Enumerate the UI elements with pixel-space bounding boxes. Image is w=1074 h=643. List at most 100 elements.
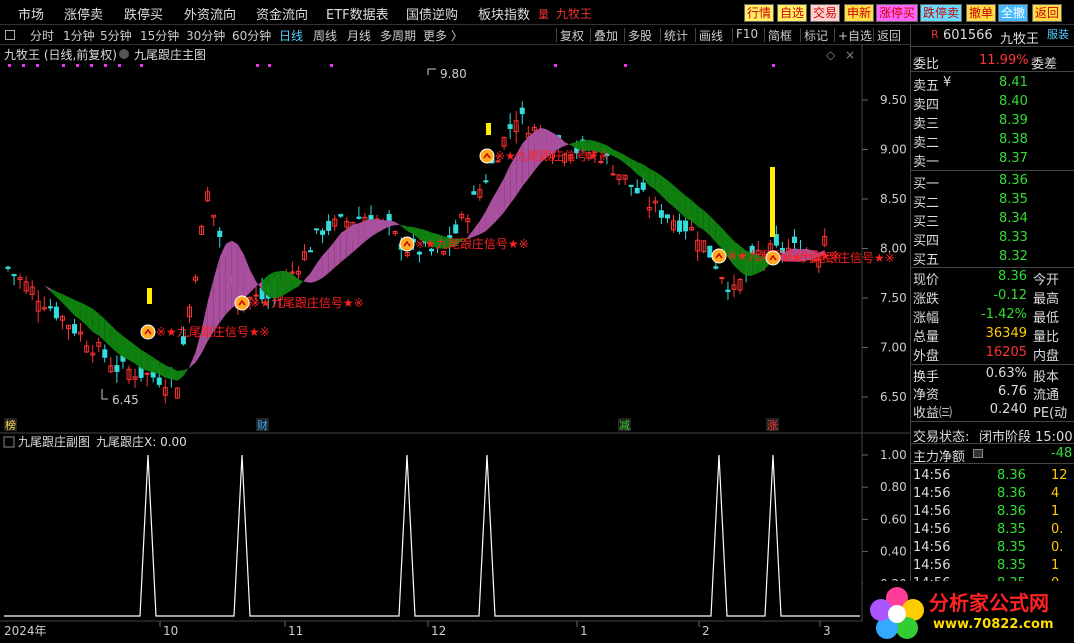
action-button-8[interactable]: 返回 [1032, 4, 1063, 22]
action-button-5[interactable]: 跌停卖 [920, 4, 963, 22]
bid-price[interactable]: 8.34 [999, 211, 1028, 226]
action-button-4[interactable]: 涨停买 [876, 4, 919, 22]
trend-band-4 [32, 277, 39, 282]
tool-button-2[interactable]: 多股 [628, 27, 652, 44]
x-axis-label-6: 3 [823, 624, 831, 638]
quote-row-1: 涨跌 -0.12 最高 [911, 287, 1074, 307]
menu-item-capital-flow[interactable]: 资金流向 [256, 4, 308, 23]
action-button-3[interactable]: 申新 [844, 4, 875, 22]
signal-marker-icon-0[interactable] [140, 324, 156, 340]
top-menu-bar: 市场 涨停卖 跌停买 外资流向 资金流向 ETF数据表 国债逆购 板块指数 量 … [0, 0, 1074, 25]
diamond-icon[interactable]: ◇ [826, 48, 836, 62]
signal-dot-7 [118, 64, 121, 67]
tool-button-6[interactable]: 简框 [768, 27, 792, 44]
menu-item-limit-down-buy[interactable]: 跌停买 [124, 4, 163, 23]
ask-price[interactable]: 8.37 [999, 151, 1028, 166]
panel-toggle-icon[interactable] [5, 30, 15, 40]
ask-price[interactable]: 8.41 [999, 75, 1028, 90]
trend-band-52 [322, 248, 329, 278]
tool-button-7[interactable]: 标记 [804, 27, 828, 44]
period-tab-4[interactable]: 30分钟 [186, 27, 225, 44]
tool-button-0[interactable]: 复权 [560, 27, 584, 44]
trend-band-6 [44, 285, 51, 292]
action-button-2[interactable]: 交易 [810, 4, 841, 22]
chart-area: 九牧王 (日线,前复权) 九尾跟庄主图 ◇ × 9.50 9.00 8.50 8.00 7.50… [0, 45, 910, 643]
stock-tag[interactable]: 服装 [1047, 26, 1069, 42]
candle-body-117 [713, 266, 719, 269]
tick-time: 14:56 [913, 540, 951, 555]
candle-body-16 [102, 349, 108, 358]
period-tab-6[interactable]: 日线 [279, 27, 303, 44]
subchart-toggle-icon[interactable] [3, 436, 15, 448]
action-button-1[interactable]: 自选 [777, 4, 808, 22]
period-tab-3[interactable]: 15分钟 [140, 27, 179, 44]
period-tab-1[interactable]: 1分钟 [63, 27, 95, 44]
indicator-gear-icon[interactable] [119, 49, 129, 59]
period-tab-0[interactable]: 分时 [30, 27, 54, 44]
tool-button-8[interactable]: +自选 [838, 27, 872, 44]
trend-band-53 [328, 241, 335, 273]
stock-code: 601566 [943, 28, 993, 43]
action-button-7[interactable]: 全撤 [998, 4, 1029, 22]
menu-item-bond-repo[interactable]: 国债逆购 [406, 4, 458, 23]
kline-chart[interactable]: 九牧王 (日线,前复权) 九尾跟庄主图 ◇ ×9.509.008.508.007.50… [0, 45, 910, 643]
ask-row-4: 卖一 8.37 [911, 150, 1074, 170]
candle-body-7 [47, 306, 53, 309]
trend-band-58 [358, 220, 365, 247]
tool-button-9[interactable]: 返回 [877, 27, 901, 44]
signal-marker-icon-2[interactable] [399, 236, 415, 252]
menu-item-market[interactable]: 市场 [18, 4, 44, 23]
menu-item-sector-index[interactable]: 板块指数 [478, 4, 530, 23]
period-tab-9[interactable]: 多周期 [380, 27, 416, 44]
period-tab-2[interactable]: 5分钟 [100, 27, 132, 44]
bid-price[interactable]: 8.36 [999, 173, 1028, 188]
tick-volume: 4 [1051, 486, 1060, 501]
menu-item-etf-table[interactable]: ETF数据表 [326, 4, 389, 23]
period-tab-7[interactable]: 周线 [313, 27, 337, 44]
period-tab-5[interactable]: 60分钟 [232, 27, 271, 44]
price-tick-6: 6.50 [880, 390, 907, 404]
trend-band-25 [159, 361, 166, 378]
trend-band-19 [122, 335, 129, 361]
tool-button-3[interactable]: 统计 [664, 27, 688, 44]
candle-body-118 [719, 277, 725, 280]
ask-price[interactable]: 8.39 [999, 113, 1028, 128]
menu-item-limit-up-sell[interactable]: 涨停卖 [64, 4, 103, 23]
period-tab-10[interactable]: 更多 〉 [423, 27, 463, 44]
menu-item-foreign-flow[interactable]: 外资流向 [184, 4, 236, 23]
bid-price[interactable]: 8.35 [999, 192, 1028, 207]
tool-button-1[interactable]: 叠加 [594, 27, 618, 44]
action-button-6[interactable]: 撤单 [966, 4, 997, 22]
tool-button-5[interactable]: F10 [736, 27, 758, 41]
trend-band-54 [334, 233, 341, 268]
signal-marker-icon-3[interactable] [479, 148, 495, 164]
candle-body-50 [308, 250, 313, 253]
chart-close-icon[interactable]: × [845, 48, 855, 62]
signal-marker-icon-1[interactable] [234, 295, 250, 311]
ask-price[interactable]: 8.40 [999, 94, 1028, 109]
trend-band-117 [715, 221, 722, 249]
bid-price[interactable]: 8.33 [999, 230, 1028, 245]
candle-body-35 [217, 230, 223, 237]
bid-price[interactable]: 8.32 [999, 249, 1028, 264]
candle-body-108 [658, 210, 664, 218]
trend-band-100 [613, 149, 620, 160]
stock-prefix: R [931, 28, 939, 41]
candle-body-104 [634, 187, 640, 194]
tick-price: 8.35 [997, 522, 1026, 537]
signal-dot-11 [330, 64, 333, 67]
flow-settings-icon[interactable] [973, 449, 983, 458]
candle-body-130 [792, 236, 797, 244]
tool-button-4[interactable]: 画线 [699, 27, 723, 44]
action-button-0[interactable]: 行情 [744, 4, 775, 22]
signal-marker-icon-4[interactable] [711, 248, 727, 264]
trend-band-48 [298, 279, 305, 287]
trend-band-50 [310, 263, 317, 283]
period-tab-8[interactable]: 月线 [347, 27, 371, 44]
candle-body-55 [338, 214, 344, 217]
ask-price[interactable]: 8.38 [999, 132, 1028, 147]
bid-row-4: 买五 8.32 [911, 248, 1074, 268]
trend-band-10 [68, 296, 75, 316]
trend-band-114 [697, 205, 704, 230]
signal-marker-icon-5[interactable] [765, 250, 781, 266]
